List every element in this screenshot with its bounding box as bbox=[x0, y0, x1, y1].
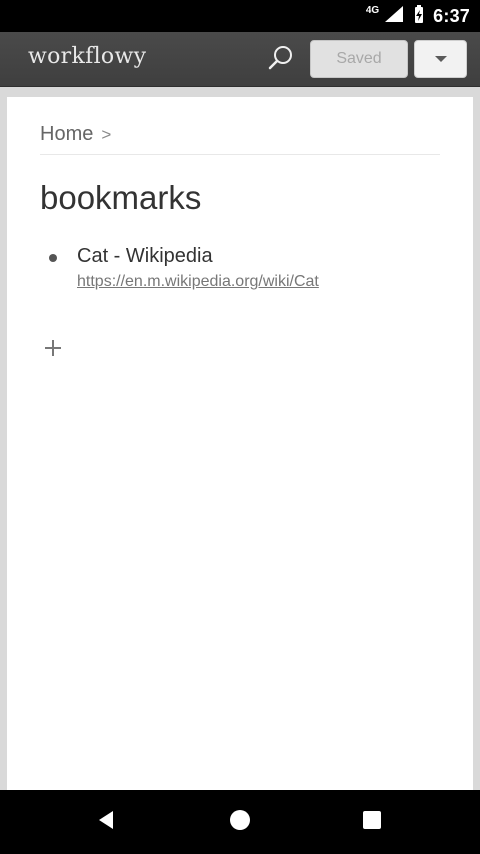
content-card: Home > bookmarks Cat - Wikipedia https:/… bbox=[7, 97, 473, 790]
home-icon bbox=[228, 808, 252, 837]
breadcrumb-separator: > bbox=[101, 124, 112, 144]
search-icon bbox=[266, 43, 296, 78]
search-button[interactable] bbox=[263, 42, 299, 78]
home-button[interactable] bbox=[215, 790, 265, 854]
back-icon bbox=[95, 808, 117, 837]
status-right: 4G 6:37 bbox=[366, 0, 470, 32]
status-bar: 4G 6:37 bbox=[0, 0, 480, 32]
breadcrumb-home[interactable]: Home bbox=[40, 123, 93, 146]
breadcrumb: Home > bbox=[40, 123, 111, 146]
plus-icon bbox=[42, 340, 64, 363]
app-brand: workflowy bbox=[28, 44, 147, 69]
back-button[interactable] bbox=[81, 790, 131, 854]
list-item-url[interactable]: https://en.m.wikipedia.org/wiki/Cat bbox=[77, 273, 319, 291]
navigation-bar bbox=[0, 790, 480, 854]
page-title[interactable]: bookmarks bbox=[40, 179, 201, 217]
network-type-label: 4G bbox=[365, 4, 380, 16]
recents-icon bbox=[361, 809, 383, 836]
status-time: 6:37 bbox=[433, 5, 470, 26]
saved-button-label: Saved bbox=[336, 50, 382, 67]
bullet-icon[interactable] bbox=[49, 254, 57, 262]
menu-dropdown-button[interactable] bbox=[414, 40, 467, 78]
caret-down-icon bbox=[434, 56, 447, 62]
add-item-button[interactable] bbox=[42, 337, 64, 359]
saved-button[interactable]: Saved bbox=[310, 40, 408, 78]
list-item-title[interactable]: Cat - Wikipedia bbox=[77, 245, 213, 268]
signal-icon bbox=[383, 4, 405, 29]
recents-button[interactable] bbox=[347, 790, 397, 854]
app-bar: workflowy Saved bbox=[0, 32, 480, 87]
battery-charging-icon bbox=[413, 4, 425, 29]
breadcrumb-divider bbox=[40, 154, 440, 155]
